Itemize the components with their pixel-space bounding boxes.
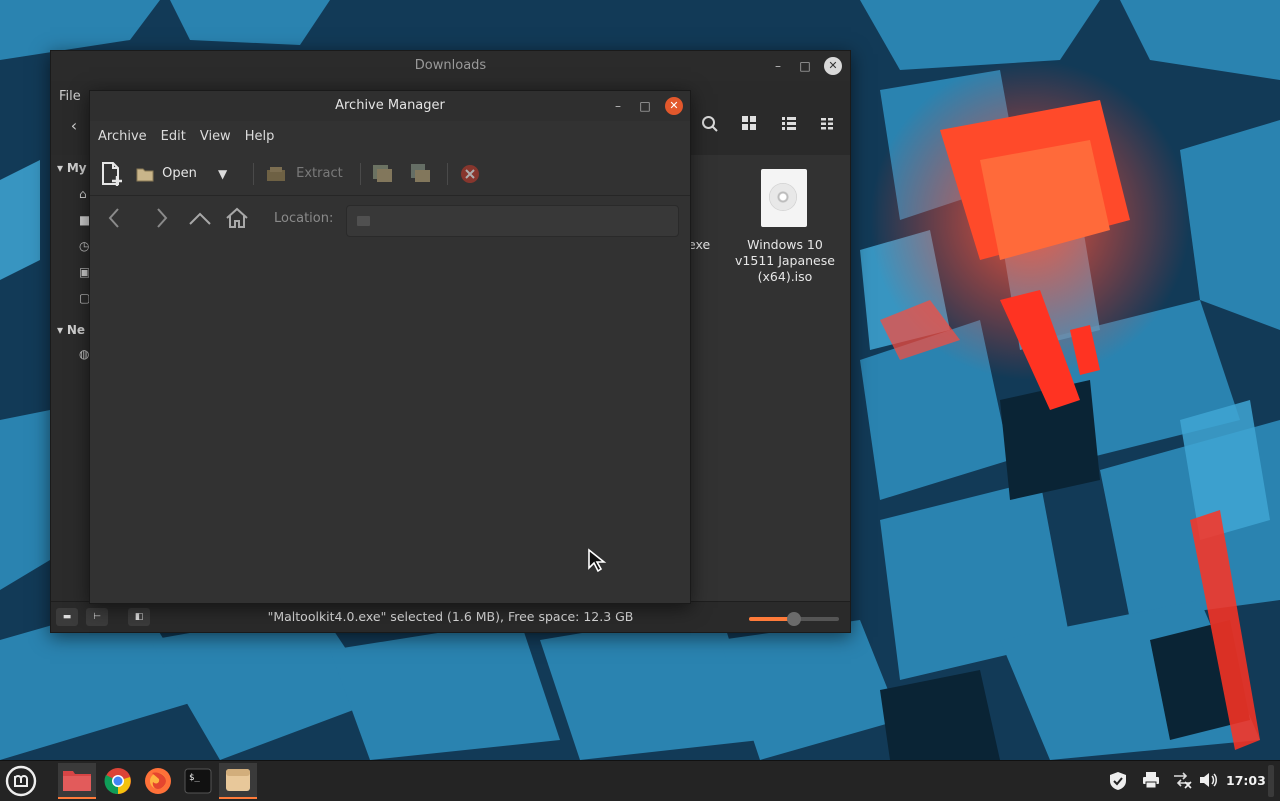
close-button[interactable]: ✕ xyxy=(665,97,683,115)
update-manager-shield-icon[interactable] xyxy=(1109,771,1127,795)
up-icon[interactable] xyxy=(188,207,212,231)
zoom-slider-knob[interactable] xyxy=(787,612,801,626)
archive-manager-titlebar[interactable]: Archive Manager – □ ✕ xyxy=(90,91,690,121)
minimize-button[interactable]: – xyxy=(609,97,627,115)
location-label: Location: xyxy=(274,211,334,226)
file-manager-title: Downloads xyxy=(414,58,487,73)
open-dropdown-icon[interactable]: ▼ xyxy=(218,161,238,187)
archive-manager-title: Archive Manager xyxy=(335,98,445,113)
terminal-icon: $_ xyxy=(184,768,212,794)
disc-image-icon[interactable] xyxy=(761,169,807,227)
archive-manager-icon xyxy=(226,769,250,791)
network-icon[interactable]: ◍ xyxy=(79,347,89,361)
compact-view-icon[interactable] xyxy=(816,115,838,137)
open-label: Open xyxy=(162,166,197,181)
extract-icon xyxy=(267,166,285,181)
forward-icon[interactable] xyxy=(150,207,174,231)
menu-archive[interactable]: Archive xyxy=(90,121,153,153)
sidebar-section-network[interactable]: ▾ Ne xyxy=(57,323,85,337)
location-input[interactable] xyxy=(346,205,679,237)
toolbar-separator xyxy=(447,163,448,185)
search-icon[interactable] xyxy=(699,115,721,137)
taskbar-archive-manager[interactable] xyxy=(219,763,257,799)
toolbar-separator xyxy=(360,163,361,185)
new-archive-icon xyxy=(102,162,122,186)
open-icon xyxy=(136,168,154,181)
mint-logo-icon xyxy=(5,765,37,797)
new-archive-button[interactable] xyxy=(100,161,126,187)
file-manager-titlebar[interactable]: Downloads – □ ✕ xyxy=(51,51,850,81)
icon-view-icon[interactable] xyxy=(738,115,760,137)
menu-view[interactable]: View xyxy=(192,121,237,153)
status-text: "Maltoolkit4.0.exe" selected (1.6 MB), F… xyxy=(267,609,634,624)
taskbar-terminal[interactable]: $_ xyxy=(179,763,217,799)
maximize-button[interactable]: □ xyxy=(796,57,814,75)
back-icon[interactable] xyxy=(102,207,126,231)
add-files-icon xyxy=(373,165,392,182)
add-folder-icon xyxy=(411,164,430,182)
sidebar-section-my-computer[interactable]: ▾ My xyxy=(57,161,87,175)
firefox-icon xyxy=(145,768,171,794)
zoom-slider[interactable] xyxy=(749,612,839,626)
mouse-cursor-icon xyxy=(588,548,607,573)
menu-file[interactable]: File xyxy=(51,81,89,113)
stop-button[interactable] xyxy=(460,161,482,187)
file-manager-statusbar: ▬ ⊢ ◧ "Maltoolkit4.0.exe" selected (1.6 … xyxy=(51,601,850,632)
chrome-icon xyxy=(104,768,131,795)
menu-help[interactable]: Help xyxy=(237,121,281,153)
back-icon[interactable]: ‹ xyxy=(63,115,85,137)
printer-icon[interactable] xyxy=(1142,771,1160,793)
folder-icon xyxy=(357,216,370,226)
extract-label: Extract xyxy=(296,166,343,181)
home-icon[interactable]: ⌂ xyxy=(79,187,87,201)
network-disconnected-icon[interactable] xyxy=(1172,771,1192,793)
menu-edit[interactable]: Edit xyxy=(153,121,192,153)
taskbar-firefox[interactable] xyxy=(139,763,177,799)
archive-manager-window: Archive Manager – □ ✕ Archive Edit View Hel… xyxy=(89,90,691,604)
file-manager-sidebar: ▾ My ⌂ ■ ◷ ▣ ▢ ▾ Ne ◍ xyxy=(51,155,91,602)
file-manager-menubar: File xyxy=(51,81,89,111)
extract-button[interactable]: Extract xyxy=(266,161,352,187)
volume-icon[interactable] xyxy=(1198,771,1218,793)
taskbar-chrome[interactable] xyxy=(99,763,137,799)
mint-menu-button[interactable] xyxy=(2,763,40,799)
taskbar: $_ 17:03 xyxy=(0,760,1280,801)
taskbar-files[interactable] xyxy=(58,763,96,799)
home-icon[interactable] xyxy=(225,207,249,231)
list-view-icon[interactable] xyxy=(778,115,800,137)
close-button[interactable]: ✕ xyxy=(824,57,842,75)
clock[interactable]: 17:03 xyxy=(1226,761,1266,801)
file-label-partial[interactable]: exe xyxy=(688,237,710,252)
add-files-button[interactable] xyxy=(372,161,396,187)
show-desktop-button[interactable] xyxy=(1268,765,1274,797)
minimize-button[interactable]: – xyxy=(769,57,787,75)
toolbar-separator xyxy=(253,163,254,185)
archive-manager-menubar: Archive Edit View Help xyxy=(90,121,280,151)
folder-icon xyxy=(63,771,91,791)
archive-manager-toolbar: Open ▼ Extract xyxy=(90,153,690,196)
file-label-iso[interactable]: Windows 10 v1511 Japanese (x64).iso xyxy=(733,237,837,285)
stop-icon xyxy=(461,165,479,183)
svg-text:$_: $_ xyxy=(189,773,200,783)
recent-icon[interactable]: ◷ xyxy=(79,239,89,253)
add-folder-button[interactable] xyxy=(409,161,433,187)
maximize-button[interactable]: □ xyxy=(636,97,654,115)
archive-manager-navbar: Location: xyxy=(90,197,690,241)
